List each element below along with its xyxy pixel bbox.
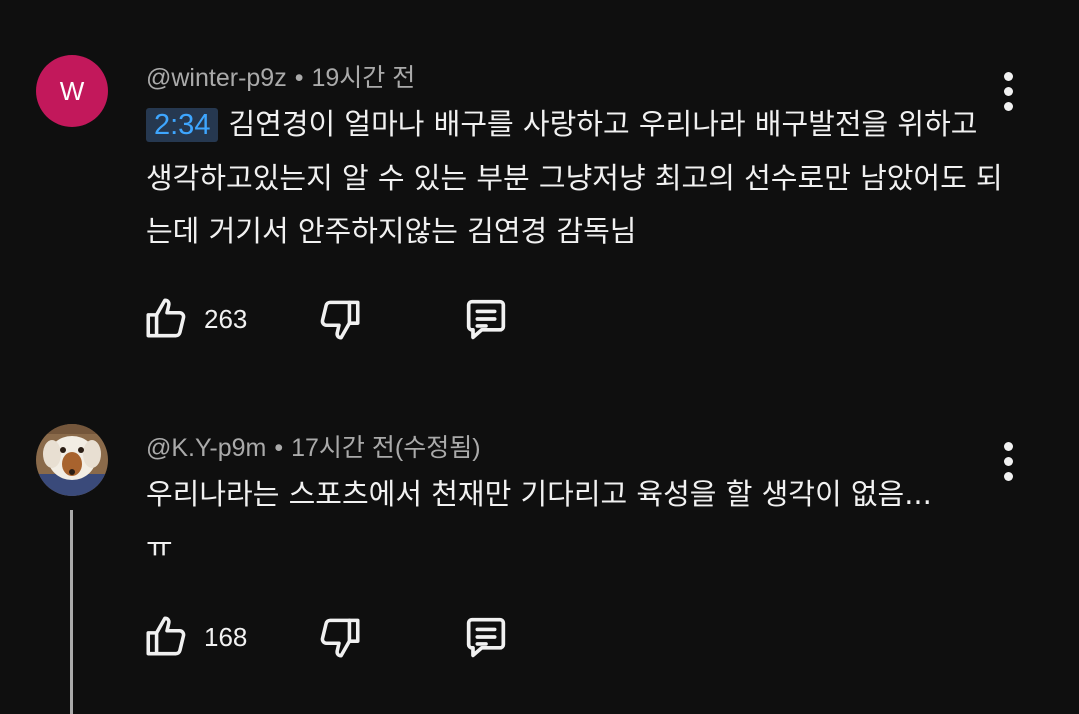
reply-icon <box>466 617 506 658</box>
thumbs-down-icon <box>320 300 360 340</box>
like-button[interactable]: 263 <box>142 291 247 347</box>
comment-header: @winter-p9z • 19시간 전 <box>146 58 415 94</box>
comment-time: 19시간 전 <box>311 64 416 92</box>
more-vertical-icon-dot <box>1003 456 1013 466</box>
comment-header: @K.Y-p9m • 17시간 전(수정됨) <box>146 428 481 464</box>
avatar[interactable]: W <box>36 55 108 127</box>
more-vertical-icon <box>1003 441 1013 451</box>
timestamp-link[interactable]: 2:34 <box>146 108 219 142</box>
comment-text: 2:34 김연경이 얼마나 배구를 사랑하고 우리나라 배구발전을 위하고 생각하… <box>146 98 1006 258</box>
avatar[interactable] <box>36 424 108 496</box>
dislike-button[interactable] <box>314 291 364 347</box>
like-count: 263 <box>204 303 248 334</box>
more-options-button[interactable] <box>988 66 1028 116</box>
thumbs-down-icon <box>320 618 360 658</box>
reply-button[interactable] <box>460 291 512 347</box>
comment-time: 17시간 전(수정됨) <box>291 434 481 462</box>
like-button[interactable]: 168 <box>142 609 247 665</box>
author-name[interactable]: @K.Y-p9m <box>146 434 266 462</box>
more-vertical-icon-dot <box>1003 471 1013 481</box>
avatar-letter: W <box>59 75 85 106</box>
more-vertical-icon-dot <box>1003 101 1013 111</box>
thumbs-up-icon <box>146 616 186 656</box>
author-name[interactable]: @winter-p9z <box>146 64 287 92</box>
thread-line <box>70 510 73 714</box>
comment-text: 우리나라는 스포츠에서 천재만 기다리고 육성을 할 생각이 없음...ㅠ <box>146 468 936 574</box>
like-count: 168 <box>204 621 248 652</box>
more-vertical-icon <box>1003 71 1013 81</box>
comment-body: 김연경이 얼마나 배구를 사랑하고 우리나라 배구발전을 위하고 생각하고있는지… <box>146 107 1003 248</box>
more-vertical-icon-dot <box>1003 86 1013 96</box>
reply-icon <box>466 299 506 340</box>
separator-dot: • <box>294 64 304 92</box>
thumbs-up-icon <box>146 298 186 338</box>
avatar-image <box>36 424 108 496</box>
separator-dot: • <box>274 434 284 462</box>
comment-body: 우리나라는 스포츠에서 천재만 기다리고 육성을 할 생각이 없음...ㅠ <box>146 477 932 564</box>
dislike-button[interactable] <box>314 609 364 665</box>
reply-button[interactable] <box>460 609 512 665</box>
more-options-button[interactable] <box>988 436 1028 486</box>
